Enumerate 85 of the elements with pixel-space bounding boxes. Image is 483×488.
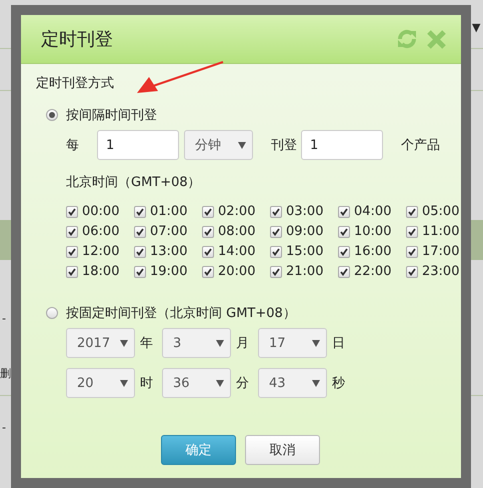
checkbox[interactable] [66,266,78,278]
hour-label: 09:00 [286,224,324,239]
timezone-label: 北京时间（GMT+08） [66,174,202,191]
hour-label: 08:00 [218,224,256,239]
checkbox[interactable] [134,266,146,278]
checkbox[interactable] [270,266,282,278]
unit-label: 年 [140,335,154,352]
checkbox[interactable] [202,266,214,278]
select-dropdown[interactable]: 43 [258,368,327,398]
hour-label: 18:00 [82,264,120,279]
checkbox[interactable] [406,226,418,238]
select-dropdown[interactable]: 2017 [66,328,135,358]
checkbox[interactable] [406,266,418,278]
input-field[interactable]: 1 [301,130,383,160]
checkbox[interactable] [338,206,350,218]
radio-label: 按间隔时间刊登 [66,107,157,124]
select-dropdown[interactable]: 3 [162,328,231,358]
caret-icon [120,380,128,386]
background-text: - [2,420,6,436]
checkbox[interactable] [338,266,350,278]
checkbox[interactable] [134,206,146,218]
hour-label: 12:00 [82,244,120,259]
hour-label: 00:00 [82,204,120,219]
hour-label: 03:00 [286,204,324,219]
background-text: 删 [0,366,11,382]
checkbox[interactable] [406,246,418,258]
radio-button[interactable] [46,307,58,319]
checkbox[interactable] [66,226,78,238]
background-text: ▼ [472,20,480,36]
field-label: 个产品 [401,137,440,154]
checkbox[interactable] [134,226,146,238]
hour-label: 02:00 [218,204,256,219]
select-dropdown[interactable]: 17 [258,328,327,358]
section-label: 定时刊登方式 [36,75,115,92]
caret-icon [312,340,320,346]
hour-label: 05:00 [422,204,460,219]
hour-label: 19:00 [150,264,188,279]
checkbox[interactable] [202,226,214,238]
checkbox[interactable] [270,226,282,238]
checkbox[interactable] [270,206,282,218]
radio-button[interactable] [46,109,58,121]
unit-label: 日 [332,335,346,352]
hour-label: 11:00 [422,224,460,239]
hour-label: 21:00 [286,264,324,279]
checkbox[interactable] [66,246,78,258]
hour-label: 10:00 [354,224,392,239]
hour-label: 20:00 [218,264,256,279]
unit-label: 秒 [332,375,346,392]
field-label: 每 [66,137,80,154]
hour-label: 07:00 [150,224,188,239]
caret-icon [216,380,224,386]
hour-label: 14:00 [218,244,256,259]
checkbox[interactable] [270,246,282,258]
cancel-button[interactable]: 取消 [245,435,320,465]
checkbox[interactable] [134,246,146,258]
checkbox[interactable] [202,246,214,258]
hour-label: 23:00 [422,264,460,279]
radio-label: 按固定时间刊登（北京时间 GMT+08） [66,305,296,322]
unit-label: 月 [236,335,250,352]
hour-label: 22:00 [354,264,392,279]
hour-label: 16:00 [354,244,392,259]
caret-icon [312,380,320,386]
checkbox[interactable] [202,206,214,218]
checkbox[interactable] [338,226,350,238]
checkbox[interactable] [66,206,78,218]
dialog-title: 定时刊登 [41,28,114,51]
hour-label: 13:00 [150,244,188,259]
caret-icon [238,142,246,148]
select-dropdown[interactable]: 分钟 [184,130,253,160]
hour-label: 15:00 [286,244,324,259]
unit-label: 时 [140,375,154,392]
hour-label: 01:00 [150,204,188,219]
caret-icon [216,340,224,346]
input-field[interactable]: 1 [97,130,179,160]
checkbox[interactable] [406,206,418,218]
select-dropdown[interactable]: 20 [66,368,135,398]
unit-label: 分 [236,375,250,392]
field-label: 刊登 [271,137,297,154]
checkbox[interactable] [338,246,350,258]
hour-label: 04:00 [354,204,392,219]
hour-label: 17:00 [422,244,460,259]
background-text: - [2,311,6,327]
hour-label: 06:00 [82,224,120,239]
caret-icon [120,340,128,346]
select-dropdown[interactable]: 36 [162,368,231,398]
